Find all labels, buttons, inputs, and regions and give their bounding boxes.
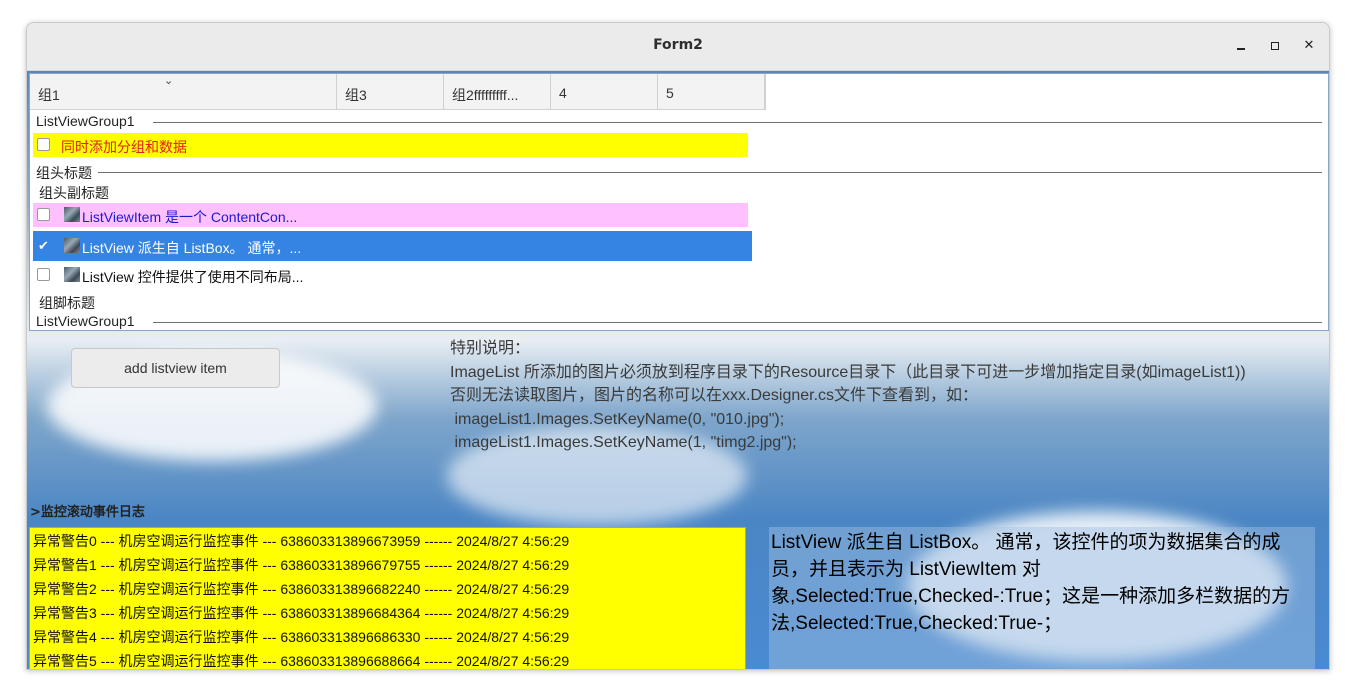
group-header: ListViewGroup1 xyxy=(36,313,1322,329)
group-subtitle: 组头副标题 xyxy=(39,185,109,201)
list-item[interactable]: 异常警告2 --- 机房空调运行监控事件 --- 638603313896682… xyxy=(33,579,569,599)
list-item[interactable]: ListView 控件提供了使用不同布局... xyxy=(33,263,748,287)
maximize-icon xyxy=(1271,41,1279,50)
column-header-5[interactable]: 5 xyxy=(658,74,765,109)
add-listview-item-button[interactable]: add listview item xyxy=(71,348,280,388)
list-item[interactable]: 异常警告4 --- 机房空调运行监控事件 --- 638603313896686… xyxy=(33,627,569,647)
item-checkbox[interactable] xyxy=(37,268,50,281)
column-header-4[interactable]: 4 xyxy=(551,74,658,109)
list-item[interactable]: ListViewItem 是一个 ContentCon... xyxy=(33,203,748,227)
group-footer: 组脚标题 xyxy=(39,295,95,311)
minimize-icon xyxy=(1237,47,1245,50)
chevron-down-icon: ⌄ xyxy=(164,75,174,87)
close-button[interactable]: ✕ xyxy=(1298,35,1320,57)
close-icon: ✕ xyxy=(1303,38,1315,53)
item-checkbox[interactable] xyxy=(37,138,50,151)
column-header: 组1 ⌄ 组3 组2fffffffff... 4 5 xyxy=(30,74,766,110)
group-header: ListViewGroup1 xyxy=(36,113,1322,129)
list-item-selected[interactable]: ✔ ListView 派生自 ListBox。 通常，... xyxy=(33,231,752,261)
list-item[interactable]: 异常警告5 --- 机房空调运行监控事件 --- 638603313896688… xyxy=(33,651,569,669)
column-header-3[interactable]: 组2fffffffff... xyxy=(444,74,551,109)
description-text: ListView 派生自 ListBox。 通常，该控件的项为数据集合的成员，并… xyxy=(771,532,1291,634)
description-textbox[interactable]: ListView 派生自 ListBox。 通常，该控件的项为数据集合的成员，并… xyxy=(769,527,1315,669)
image-thumbnail-icon xyxy=(64,207,80,222)
form-client-area: 组1 ⌄ 组3 组2fffffffff... 4 5 ListViewGroup… xyxy=(27,71,1329,669)
list-item[interactable]: 同时添加分组和数据 xyxy=(33,133,748,157)
maximize-button[interactable] xyxy=(1264,35,1286,57)
column-header-2[interactable]: 组3 xyxy=(337,74,444,109)
log-title: >监控滚动事件日志 xyxy=(30,505,145,520)
item-checkbox[interactable] xyxy=(37,208,50,221)
group-header: 组头标题 xyxy=(36,163,1322,181)
minimize-button[interactable] xyxy=(1230,35,1252,57)
list-view[interactable]: 组1 ⌄ 组3 组2fffffffff... 4 5 ListViewGroup… xyxy=(29,73,1329,331)
app-window: Form2 ✕ 组1 ⌄ 组3 组2fffffffff... 4 5 ListV… xyxy=(26,22,1330,670)
note-label: 特别说明： ImageList 所添加的图片必须放到程序目录下的Resource… xyxy=(450,340,1246,451)
column-header-1[interactable]: 组1 ⌄ xyxy=(30,74,337,109)
event-log-list[interactable]: 异常警告0 --- 机房空调运行监控事件 --- 638603313896673… xyxy=(29,527,746,669)
list-item[interactable]: 异常警告3 --- 机房空调运行监控事件 --- 638603313896684… xyxy=(33,603,569,623)
list-item[interactable]: 异常警告0 --- 机房空调运行监控事件 --- 638603313896673… xyxy=(33,531,569,551)
image-thumbnail-icon xyxy=(64,238,80,253)
checkmark-icon[interactable]: ✔ xyxy=(37,239,50,252)
window-title: Form2 xyxy=(653,37,703,53)
list-item[interactable]: 异常警告1 --- 机房空调运行监控事件 --- 638603313896679… xyxy=(33,555,569,575)
title-bar: Form2 ✕ xyxy=(27,23,1329,71)
image-thumbnail-icon xyxy=(64,267,80,282)
